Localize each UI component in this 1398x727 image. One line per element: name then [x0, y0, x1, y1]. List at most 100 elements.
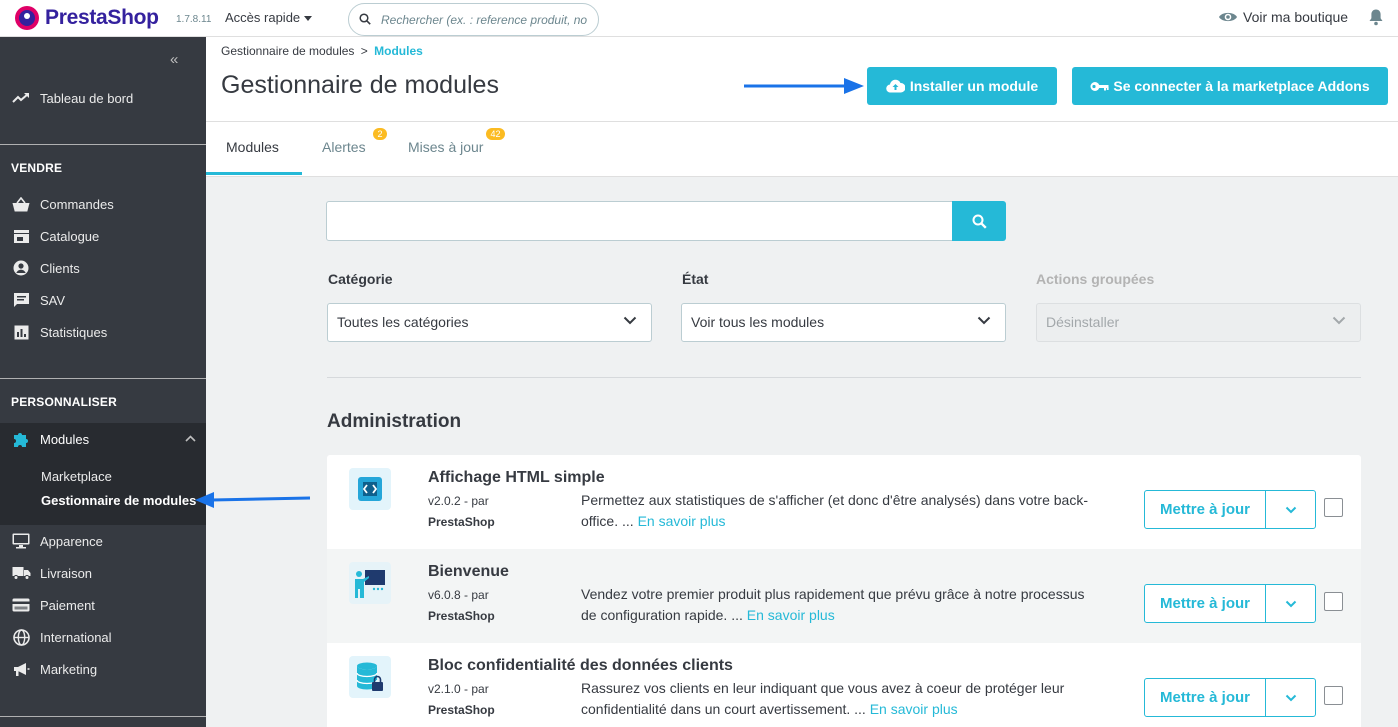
- read-more-link[interactable]: En savoir plus: [638, 513, 726, 529]
- install-module-label: Installer un module: [909, 78, 1039, 94]
- breadcrumb-parent[interactable]: Gestionnaire de modules: [221, 44, 354, 58]
- sidebar-item-international[interactable]: International: [0, 621, 206, 653]
- module-select-checkbox[interactable]: [1324, 498, 1343, 517]
- sidebar-item-label: Clients: [40, 260, 80, 276]
- module-version: v2.1.0 - par: [428, 682, 489, 696]
- sidebar-item-label: SAV: [40, 292, 66, 308]
- module-name: Affichage HTML simple: [428, 469, 605, 486]
- chevron-down-icon: [1285, 600, 1296, 607]
- header-search-input[interactable]: [381, 4, 596, 35]
- read-more-link[interactable]: En savoir plus: [870, 701, 958, 717]
- tab-mises-a-jour[interactable]: Mises à jour: [408, 139, 483, 155]
- sidebar-section-vendre: VENDRE: [11, 161, 63, 175]
- chat-icon: [11, 292, 31, 308]
- sidebar-section-personnaliser: PERSONNALISER: [11, 395, 117, 409]
- module-description: Permettez aux statistiques de s'afficher…: [581, 490, 1101, 532]
- sidebar-divider: [0, 144, 206, 145]
- prestashop-logo[interactable]: PrestaShop: [15, 6, 159, 30]
- actions-dropdown-toggle[interactable]: [1266, 679, 1315, 716]
- search-icon: [359, 13, 371, 25]
- header-divider: [206, 121, 1398, 122]
- bell-icon[interactable]: [1368, 8, 1384, 26]
- monitor-icon: [11, 533, 31, 549]
- module-row: Bienvenue v6.0.8 - par PrestaShop Vendez…: [327, 549, 1361, 643]
- quick-access-label: Accès rapide: [225, 10, 301, 25]
- category-filter-label: Catégorie: [328, 271, 393, 287]
- chevron-down-icon: [623, 316, 637, 325]
- trending-up-icon: [11, 92, 31, 104]
- database-lock-icon: [349, 656, 391, 698]
- module-version: v6.0.8 - par: [428, 588, 489, 602]
- sidebar-item-label: Statistiques: [40, 324, 108, 340]
- actions-dropdown-toggle[interactable]: [1266, 585, 1315, 622]
- module-version: v2.0.2 - par: [428, 494, 489, 508]
- update-button[interactable]: Mettre à jour: [1145, 679, 1266, 716]
- sidebar-item-commandes[interactable]: Commandes: [0, 188, 206, 220]
- sidebar-item-modules[interactable]: Modules: [0, 423, 206, 455]
- actions-dropdown-toggle[interactable]: [1266, 491, 1315, 528]
- quick-access-dropdown[interactable]: Accès rapide: [225, 10, 313, 25]
- chevron-down-icon: [1332, 316, 1346, 325]
- header-search[interactable]: [348, 3, 599, 36]
- collapse-sidebar-icon[interactable]: «: [170, 51, 178, 68]
- sidebar-subitem-module-manager[interactable]: Gestionnaire de modules: [41, 493, 196, 508]
- sidebar-item-catalogue[interactable]: Catalogue: [0, 220, 206, 252]
- install-module-button[interactable]: Installer un module: [867, 67, 1057, 105]
- sidebar-item-apparence[interactable]: Apparence: [0, 525, 206, 557]
- module-update-split-button: Mettre à jour: [1144, 678, 1316, 717]
- sidebar-subitem-marketplace[interactable]: Marketplace: [41, 469, 112, 484]
- category-select[interactable]: Toutes les catégories: [327, 303, 652, 342]
- module-description-text: Rassurez vos clients en leur indiquant q…: [581, 680, 1065, 717]
- sidebar-item-clients[interactable]: Clients: [0, 252, 206, 284]
- connect-addons-button[interactable]: Se connecter à la marketplace Addons: [1072, 67, 1388, 105]
- module-row: Bloc confidentialité des données clients…: [327, 643, 1361, 727]
- module-row: Affichage HTML simple v2.0.2 - par Prest…: [327, 455, 1361, 549]
- eye-icon: [1219, 12, 1237, 22]
- key-icon: [1090, 81, 1109, 91]
- breadcrumb-current[interactable]: Modules: [374, 44, 423, 58]
- active-tab-indicator: [206, 172, 302, 175]
- update-button[interactable]: Mettre à jour: [1145, 585, 1266, 622]
- sidebar-item-paiement[interactable]: Paiement: [0, 589, 206, 621]
- module-select-checkbox[interactable]: [1324, 592, 1343, 611]
- module-search-button[interactable]: [952, 201, 1006, 241]
- module-select-checkbox[interactable]: [1324, 686, 1343, 705]
- module-update-split-button: Mettre à jour: [1144, 584, 1316, 623]
- sidebar-item-sav[interactable]: SAV: [0, 284, 206, 316]
- sidebar-item-marketing[interactable]: Marketing: [0, 653, 206, 685]
- bar-chart-icon: [11, 325, 31, 340]
- content-header: Gestionnaire de modules > Modules Gestio…: [206, 37, 1398, 177]
- annotation-arrow-install: [744, 78, 864, 94]
- chevron-down-icon: [977, 316, 991, 325]
- html-code-icon: [349, 468, 391, 510]
- breadcrumb: Gestionnaire de modules > Modules: [221, 44, 423, 58]
- breadcrumb-separator: >: [360, 44, 368, 58]
- view-shop-label: Voir ma boutique: [1243, 9, 1349, 25]
- chevron-up-icon[interactable]: [185, 435, 196, 442]
- store-icon: [11, 229, 31, 244]
- tab-modules[interactable]: Modules: [226, 139, 279, 155]
- module-author: PrestaShop: [428, 703, 495, 717]
- update-button[interactable]: Mettre à jour: [1145, 491, 1266, 528]
- view-shop-link[interactable]: Voir ma boutique: [1218, 9, 1348, 25]
- sidebar-item-label: International: [40, 629, 112, 645]
- bulk-actions-select: Désinstaller: [1036, 303, 1361, 342]
- read-more-link[interactable]: En savoir plus: [747, 607, 835, 623]
- module-search-input[interactable]: [326, 201, 953, 241]
- sidebar-item-label: Apparence: [40, 533, 103, 549]
- sidebar-item-statistiques[interactable]: Statistiques: [0, 316, 206, 348]
- sidebar-item-label: Catalogue: [40, 228, 100, 244]
- sidebar-item-livraison[interactable]: Livraison: [0, 557, 206, 589]
- page-title: Gestionnaire de modules: [221, 71, 499, 99]
- credit-card-icon: [11, 598, 31, 612]
- basket-icon: [11, 196, 31, 212]
- module-description: Rassurez vos clients en leur indiquant q…: [581, 678, 1101, 720]
- version-number: 1.7.8.11: [176, 14, 212, 25]
- module-name: Bloc confidentialité des données clients: [428, 657, 733, 674]
- tab-alertes[interactable]: Alertes: [322, 139, 366, 155]
- sidebar-item-label: Modules: [40, 431, 90, 447]
- sidebar-item-dashboard[interactable]: Tableau de bord: [0, 82, 206, 114]
- state-select[interactable]: Voir tous les modules: [681, 303, 1006, 342]
- chevron-down-icon: [1285, 694, 1296, 701]
- user-circle-icon: [11, 260, 31, 276]
